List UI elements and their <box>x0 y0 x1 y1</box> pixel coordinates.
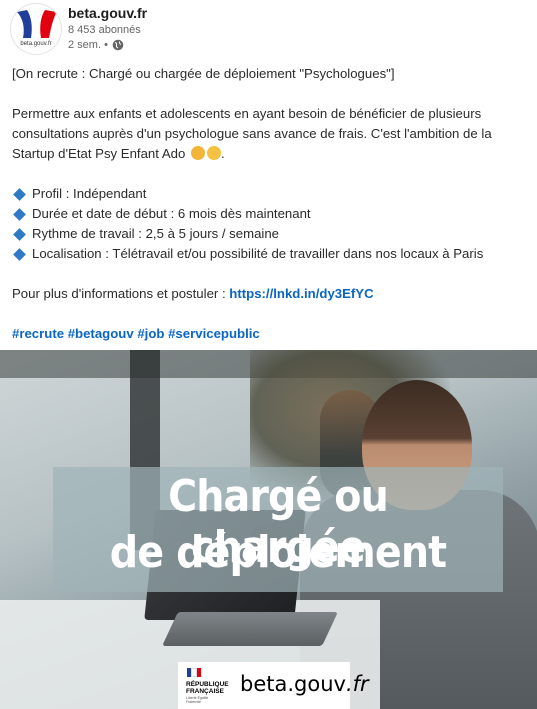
linkedin-post: beta.gouv.fr beta.gouv.fr 8 453 abonnés … <box>0 0 537 709</box>
post-header: beta.gouv.fr beta.gouv.fr 8 453 abonnés … <box>0 0 537 62</box>
blue-diamond-icon <box>13 187 26 201</box>
follower-count: 8 453 abonnés <box>68 24 141 36</box>
bullet-text: Rythme de travail : 2,5 à 5 jours / sema… <box>32 226 280 241</box>
globe-icon <box>112 39 124 51</box>
banner-line-2: de déploiement <box>109 527 447 578</box>
marianne-icon <box>187 668 201 677</box>
post-time: 2 sem. • <box>68 39 108 51</box>
job-title-banner: Chargé ou chargée de déploiement <box>53 467 503 592</box>
blue-diamond-icon <box>13 247 26 261</box>
blue-diamond-icon <box>13 207 26 221</box>
beta-gouv-logo: RÉPUBLIQUE FRANÇAISE Liberté Égalité Frat… <box>178 662 369 709</box>
application-link[interactable]: https://lnkd.in/dy3EfYC <box>229 286 373 301</box>
bullet-text: Profil : Indépendant <box>32 186 147 201</box>
woman-emoji-icon <box>191 146 206 160</box>
motto: Liberté Égalité Fraternité <box>186 696 209 704</box>
intro-end: . <box>221 146 225 161</box>
post-meta: 2 sem. • <box>68 39 124 51</box>
intro-text: Permettre aux enfants et adolescents en … <box>12 106 492 161</box>
blue-diamond-icon <box>13 227 26 241</box>
hashtags[interactable]: #recrute #betagouv #job #servicepublic <box>12 324 527 344</box>
avatar-label: beta.gouv.fr <box>20 41 52 47</box>
bullet-item-localisation: Localisation : Télétravail et/ou possibi… <box>12 244 527 264</box>
post-title: [On recrute : Chargé ou chargée de déplo… <box>12 66 395 81</box>
bullet-item-profil: Profil : Indépendant <box>12 184 527 204</box>
bullet-text: Localisation : Télétravail et/ou possibi… <box>32 246 484 261</box>
more-info-text: Pour plus d'informations et postuler : <box>12 286 230 301</box>
company-avatar[interactable]: beta.gouv.fr <box>11 4 61 54</box>
republique-francaise-label: RÉPUBLIQUE FRANÇAISE <box>186 681 229 695</box>
bullet-item-rythme: Rythme de travail : 2,5 à 5 jours / sema… <box>12 224 527 244</box>
beta-gouv-wordmark: beta.gouv.fr <box>240 672 369 696</box>
author-name[interactable]: beta.gouv.fr <box>68 5 147 21</box>
post-intro: Permettre aux enfants et adolescents en … <box>12 104 527 164</box>
bullet-item-duree: Durée et date de début : 6 mois dès main… <box>12 204 527 224</box>
post-image[interactable]: Chargé ou chargée de déploiement RÉPUBLI… <box>0 350 537 709</box>
boy-emoji-icon <box>207 146 222 160</box>
post-content: [On recrute : Chargé ou chargée de déplo… <box>12 64 527 344</box>
more-info-line: Pour plus d'informations et postuler : h… <box>12 284 527 304</box>
bullet-text: Durée et date de début : 6 mois dès main… <box>32 206 311 221</box>
